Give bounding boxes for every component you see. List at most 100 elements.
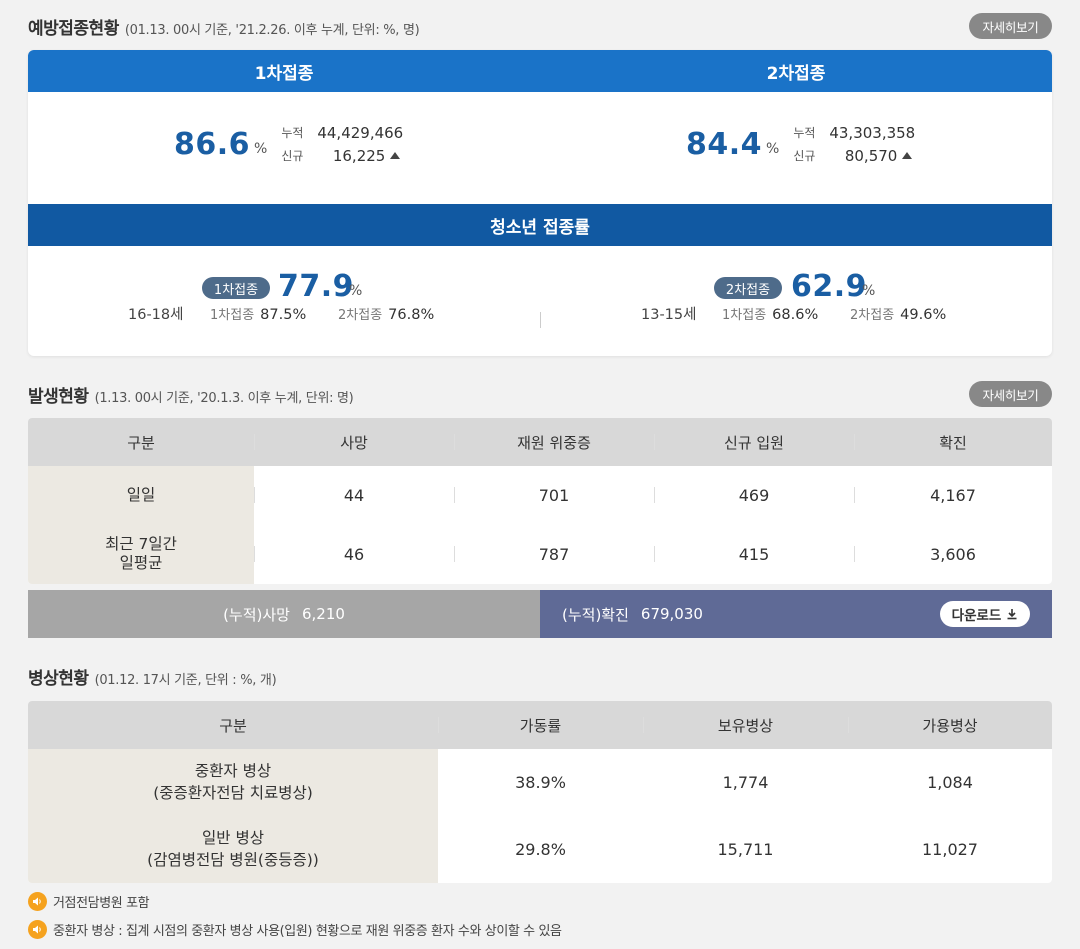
youth-a-dose1: 1차접종 87.5% bbox=[210, 304, 306, 323]
beds-header-available: 가용병상 bbox=[848, 701, 1052, 749]
dose1-cum-label: 누적 bbox=[281, 126, 304, 140]
youth-b-age: 13-15세 bbox=[641, 307, 697, 323]
tab-dose1[interactable]: 1차접종 bbox=[28, 50, 540, 92]
vaccination-subtitle: (01.13. 00시 기준, '21.2.26. 이후 누계, 단위: %, … bbox=[124, 23, 420, 38]
download-icon bbox=[1007, 609, 1017, 620]
cumulative-confirmed-value: 679,030 bbox=[640, 605, 703, 623]
youth-a-chip: 1차접종 bbox=[202, 277, 270, 299]
dose2-new-line: 신규 80,570 bbox=[793, 145, 915, 166]
cumulative-death: (누적)사망 6,210 bbox=[28, 590, 540, 638]
youth-a-unit: % bbox=[349, 283, 363, 299]
youth-a-dose2: 2차접종 76.8% bbox=[338, 304, 434, 323]
occurrence-table: 구분 사망 재원 위중증 신규 입원 확진 일일 44 701 469 4,16… bbox=[28, 418, 1052, 584]
dose1-cum-line: 누적 44,429,466 bbox=[281, 122, 403, 143]
dose2-rate: 84.4 bbox=[686, 126, 763, 162]
cell-confirmed: 4,167 bbox=[854, 466, 1052, 524]
dose1-new-value: 16,225 bbox=[332, 146, 386, 165]
cell-rate: 29.8% bbox=[515, 839, 566, 859]
youth-a-age: 16-18세 bbox=[128, 307, 184, 323]
dose2-new-label: 신규 bbox=[793, 149, 816, 163]
table-row: 최근 7일간 일평균 46 787 415 3,606 bbox=[28, 524, 1052, 584]
row-label: 중환자 병상 (중증환자전담 치료병상) bbox=[28, 749, 438, 815]
cumulative-death-label: (누적)사망 bbox=[223, 605, 290, 624]
beds-subtitle: (01.12. 17시 기준, 단위 : %, 개) bbox=[94, 673, 277, 688]
table-row: 일일 44 701 469 4,167 bbox=[28, 466, 1052, 524]
occurrence-more-button[interactable]: 자세히보기 bbox=[969, 381, 1052, 407]
dose1-rate: 86.6 bbox=[174, 126, 251, 162]
dose2-rate-unit: % bbox=[766, 141, 780, 157]
dose1-summary: 86.6 % 누적 44,429,466 신규 16,225 bbox=[174, 122, 403, 166]
occurrence-table-header: 구분 사망 재원 위중증 신규 입원 확진 bbox=[28, 418, 1052, 466]
cumulative-confirmed-label: (누적)확진 bbox=[562, 605, 629, 624]
occ-header-admission: 신규 입원 bbox=[654, 418, 854, 466]
cell-death: 46 bbox=[254, 524, 454, 584]
dose2-cum-label: 누적 bbox=[793, 126, 816, 140]
cell-owned: 1,774 bbox=[722, 772, 769, 792]
speaker-icon bbox=[28, 920, 47, 939]
youth-b-dose1: 1차접종 68.6% bbox=[722, 304, 818, 323]
dose1-lines: 누적 44,429,466 신규 16,225 bbox=[281, 122, 403, 166]
cell-confirmed: 3,606 bbox=[854, 524, 1052, 584]
triangle-up-icon bbox=[902, 152, 913, 159]
cell-critical: 787 bbox=[454, 524, 654, 584]
cumulative-bar: (누적)사망 6,210 (누적)확진 679,030 다운로드 bbox=[28, 590, 1052, 638]
tab-dose2[interactable]: 2차접종 bbox=[540, 50, 1052, 92]
cumulative-confirmed: (누적)확진 679,030 다운로드 bbox=[540, 590, 1052, 638]
download-button[interactable]: 다운로드 bbox=[940, 601, 1030, 627]
dose1-rate-unit: % bbox=[254, 141, 268, 157]
cell-available: 1,084 bbox=[927, 772, 973, 792]
cell-critical: 701 bbox=[454, 466, 654, 524]
youth-b-dose2-value: 49.6% bbox=[900, 307, 947, 323]
dose-tabs: 1차접종 2차접종 bbox=[28, 50, 1052, 92]
beds-note-2: 중환자 병상 : 집계 시점의 중환자 병상 사용(입원) 현황으로 재원 위중… bbox=[28, 920, 562, 939]
cell-available: 11,027 bbox=[922, 839, 978, 859]
youth-b-dose1-value: 68.6% bbox=[772, 307, 819, 323]
youth-a-dose1-value: 87.5% bbox=[260, 307, 307, 323]
table-row: 일반 병상 (감염병전담 병원(중등증)) 29.8% 15,711 11,02… bbox=[28, 815, 1052, 883]
youth-a-rate: 77.9 bbox=[278, 269, 355, 304]
occurrence-header: 발생현황 (1.13. 00시 기준, '20.1.3. 이후 누계, 단위: … bbox=[28, 382, 354, 407]
speaker-icon bbox=[28, 892, 47, 911]
beds-note-2-text: 중환자 병상 : 집계 시점의 중환자 병상 사용(입원) 현황으로 재원 위중… bbox=[53, 924, 562, 939]
youth-b-rate: 62.9 bbox=[791, 269, 868, 304]
dose1-cum-value: 44,429,466 bbox=[317, 123, 404, 142]
vaccination-title: 예방접종현황 bbox=[28, 19, 119, 39]
beds-table: 구분 가동률 보유병상 가용병상 중환자 병상 (중증환자전담 치료병상) 38… bbox=[28, 701, 1052, 883]
occ-header-category: 구분 bbox=[127, 433, 155, 452]
row-label: 최근 7일간 일평균 bbox=[28, 524, 254, 584]
dose2-cum-value: 43,303,358 bbox=[829, 123, 916, 142]
dose2-summary: 84.4 % 누적 43,303,358 신규 80,570 bbox=[686, 122, 915, 166]
table-row: 중환자 병상 (중증환자전담 치료병상) 38.9% 1,774 1,084 bbox=[28, 749, 1052, 815]
occurrence-title: 발생현황 bbox=[28, 387, 89, 407]
vaccination-more-button[interactable]: 자세히보기 bbox=[969, 13, 1052, 39]
youth-a-dose2-label: 2차접종 bbox=[338, 308, 383, 323]
occ-header-critical: 재원 위중증 bbox=[454, 418, 654, 466]
dose2-new-value: 80,570 bbox=[844, 146, 898, 165]
youth-divider bbox=[540, 312, 541, 328]
occ-header-death: 사망 bbox=[254, 418, 454, 466]
row-label: 일일 bbox=[28, 466, 254, 524]
beds-header-category: 구분 bbox=[219, 716, 247, 735]
beds-header-owned: 보유병상 bbox=[643, 701, 848, 749]
cell-death: 44 bbox=[254, 466, 454, 524]
youth-a-dose1-label: 1차접종 bbox=[210, 308, 255, 323]
youth-b-dose2-label: 2차접종 bbox=[850, 308, 895, 323]
youth-b-dose2: 2차접종 49.6% bbox=[850, 304, 946, 323]
triangle-up-icon bbox=[390, 152, 401, 159]
beds-header-rate: 가동률 bbox=[438, 701, 643, 749]
cell-rate: 38.9% bbox=[515, 772, 566, 792]
beds-title: 병상현황 bbox=[28, 669, 89, 689]
vaccination-header: 예방접종현황 (01.13. 00시 기준, '21.2.26. 이후 누계, … bbox=[28, 14, 420, 39]
cell-owned: 15,711 bbox=[717, 839, 774, 859]
cell-admission: 415 bbox=[654, 524, 854, 584]
download-label: 다운로드 bbox=[951, 608, 1002, 624]
youth-a-dose2-value: 76.8% bbox=[388, 307, 435, 323]
dose1-new-line: 신규 16,225 bbox=[281, 145, 403, 166]
vaccination-card: 1차접종 2차접종 86.6 % 누적 44,429,466 신규 16,225… bbox=[28, 50, 1052, 356]
dose1-new-label: 신규 bbox=[281, 149, 304, 163]
youth-b-unit: % bbox=[862, 283, 876, 299]
dose2-lines: 누적 43,303,358 신규 80,570 bbox=[793, 122, 915, 166]
beds-note-1-text: 거점전담병원 포함 bbox=[53, 896, 150, 911]
occ-header-confirmed: 확진 bbox=[854, 418, 1052, 466]
beds-table-header: 구분 가동률 보유병상 가용병상 bbox=[28, 701, 1052, 749]
